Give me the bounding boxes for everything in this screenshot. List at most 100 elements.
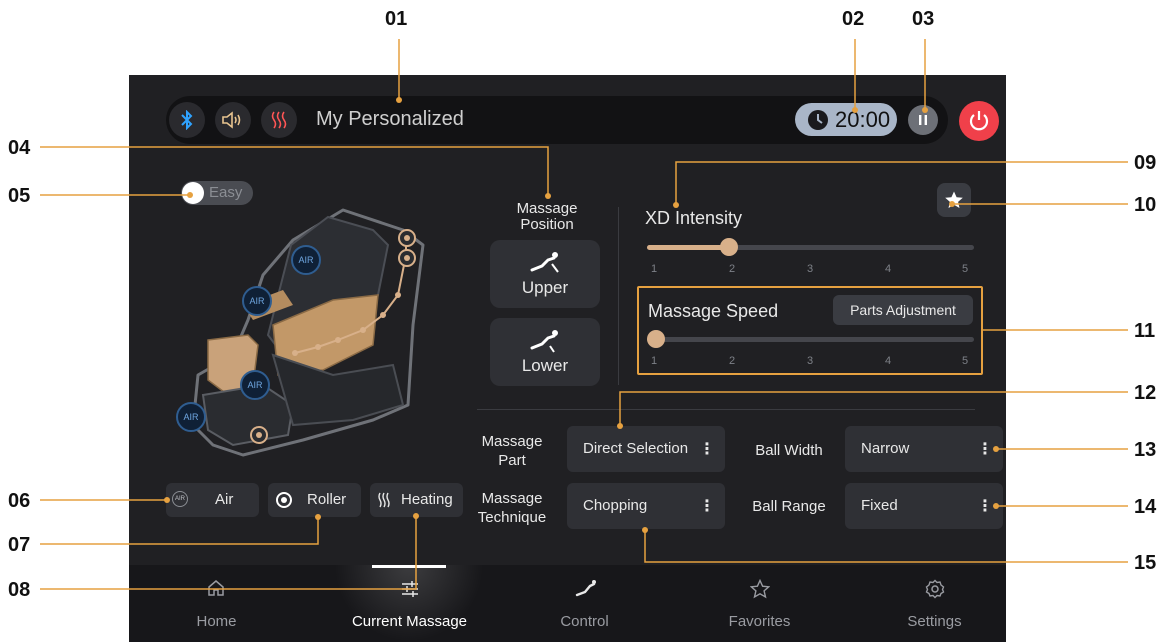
nav-settings-label: Settings	[907, 613, 962, 630]
lower-body-icon	[530, 330, 558, 353]
massage-position-title: Massage Position	[516, 200, 578, 233]
callout-14: 14	[1134, 496, 1157, 518]
heating-icon	[271, 111, 287, 129]
sliders-icon	[402, 581, 418, 597]
slider-thumb[interactable]	[647, 330, 665, 348]
tick-label: 5	[961, 355, 969, 367]
massage-part-label: Massage Part	[481, 433, 543, 469]
ball-width-label: Ball Width	[755, 442, 823, 459]
speaker-icon	[222, 111, 241, 129]
ball-width-select[interactable]: Narrow ⋮	[845, 426, 1003, 472]
more-options-icon: ⋮	[977, 498, 993, 515]
xd-intensity-title: XD Intensity	[645, 208, 743, 228]
air-chip[interactable]: AIR Air	[166, 483, 259, 517]
ball-range-label: Ball Range	[752, 498, 826, 515]
massage-technique-select[interactable]: Chopping ⋮	[567, 483, 725, 529]
upper-body-icon	[530, 252, 559, 273]
callout-15: 15	[1134, 552, 1157, 574]
air-label: Air	[215, 491, 234, 508]
tick-label: 3	[806, 263, 814, 275]
callout-12: 12	[1134, 382, 1157, 404]
roller-chip[interactable]: Roller	[268, 483, 361, 517]
vertical-divider	[618, 207, 619, 385]
more-options-icon: ⋮	[699, 498, 715, 515]
nav-home[interactable]: Home	[129, 565, 304, 642]
nav-current-massage[interactable]: Current Massage	[322, 565, 497, 642]
favorite-button[interactable]	[937, 183, 971, 217]
air-icon: AIR	[172, 491, 188, 507]
heating-label: Heating	[401, 491, 453, 508]
callout-07: 07	[8, 534, 31, 556]
callout-06: 06	[8, 490, 31, 512]
star-outline-icon	[750, 579, 770, 599]
pause-icon	[919, 115, 927, 125]
bluetooth-icon	[181, 110, 193, 130]
ball-range-value: Fixed	[861, 497, 898, 514]
toggle-knob	[182, 182, 204, 204]
callout-08: 08	[8, 579, 31, 601]
position-lower-button[interactable]: Lower	[490, 318, 600, 386]
callout-13: 13	[1134, 439, 1157, 461]
timer-display[interactable]: 20:00	[795, 103, 897, 136]
star-icon	[945, 191, 963, 208]
parts-adjustment-button[interactable]: Parts Adjustment	[833, 295, 973, 325]
nav-control[interactable]: Control	[497, 565, 672, 642]
program-title[interactable]: My Personalized	[316, 108, 464, 131]
roller-icon	[276, 492, 292, 508]
ball-width-value: Narrow	[861, 440, 910, 457]
roller-label: Roller	[307, 491, 347, 508]
massage-part-select[interactable]: Direct Selection ⋮	[567, 426, 725, 472]
position-upper-button[interactable]: Upper	[490, 240, 600, 308]
gear-icon	[925, 579, 945, 599]
nav-settings[interactable]: Settings	[847, 565, 1022, 642]
position-lower-label: Lower	[521, 356, 569, 375]
nav-home-label: Home	[196, 613, 237, 630]
massage-technique-value: Chopping	[583, 497, 648, 514]
massage-speed-title: Massage Speed	[648, 301, 779, 321]
callout-04: 04	[8, 137, 31, 159]
nav-current-massage-label: Current Massage	[351, 613, 468, 630]
tick-label: 2	[728, 263, 736, 275]
heating-chip[interactable]: Heating	[370, 483, 463, 517]
timer-value: 20:00	[835, 106, 891, 132]
easy-label: Easy	[209, 184, 243, 201]
callout-03: 03	[912, 8, 935, 30]
slider-thumb[interactable]	[720, 238, 738, 256]
callout-01: 01	[385, 8, 408, 30]
tick-label: 1	[650, 355, 658, 367]
heating-icon	[378, 492, 390, 508]
more-options-icon: ⋮	[699, 441, 715, 458]
air-badge: AIR	[176, 402, 206, 432]
position-upper-label: Upper	[521, 278, 569, 297]
volume-button[interactable]	[215, 102, 251, 138]
callout-02: 02	[842, 8, 865, 30]
home-icon	[208, 580, 224, 596]
more-options-icon: ⋮	[977, 441, 993, 458]
tick-label: 4	[884, 263, 892, 275]
nav-favorites[interactable]: Favorites	[672, 565, 847, 642]
heating-status-button[interactable]	[261, 102, 297, 138]
easy-mode-toggle[interactable]: Easy	[181, 181, 253, 205]
clock-icon	[808, 109, 828, 130]
massage-chair-illustration	[191, 208, 425, 457]
power-button[interactable]	[959, 101, 999, 141]
callout-11: 11	[1134, 320, 1156, 342]
bluetooth-button[interactable]	[169, 102, 205, 138]
ball-range-select[interactable]: Fixed ⋮	[845, 483, 1003, 529]
callout-09: 09	[1134, 152, 1157, 174]
tick-label: 2	[728, 355, 736, 367]
air-badge: AIR	[240, 370, 270, 400]
tick-label: 3	[806, 355, 814, 367]
xd-intensity-slider[interactable]	[647, 238, 974, 256]
horizontal-divider	[477, 409, 975, 410]
callout-10: 10	[1134, 194, 1157, 216]
power-icon	[969, 111, 989, 131]
slider-fill	[647, 245, 729, 250]
callout-05: 05	[8, 185, 31, 207]
massage-speed-slider[interactable]	[647, 330, 974, 348]
nav-control-label: Control	[560, 613, 609, 630]
tick-label: 1	[650, 263, 658, 275]
pause-button[interactable]	[908, 105, 938, 135]
massage-chair-screen: My Personalized 20:00 Easy AIR AIR AIR A…	[129, 75, 1006, 642]
massage-part-value: Direct Selection	[583, 440, 689, 457]
